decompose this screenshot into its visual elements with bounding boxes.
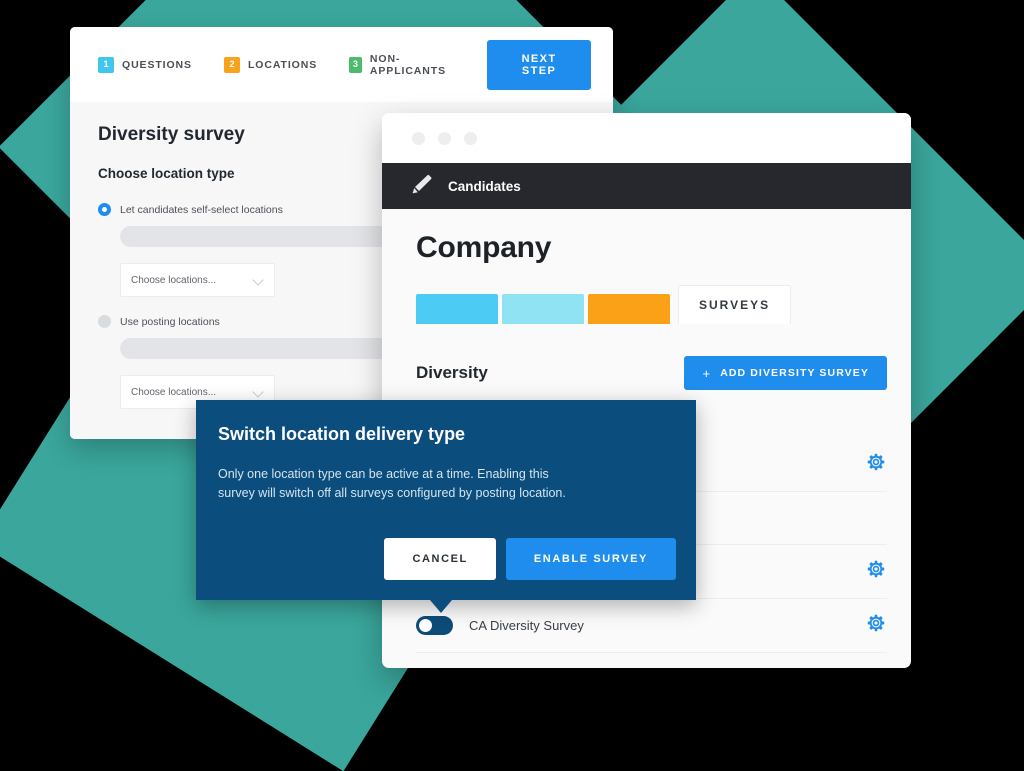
modal-actions: CANCEL ENABLE SURVEY [384,538,676,580]
company-title: Company [416,231,552,264]
chevron-down-icon [253,275,264,286]
locations-select-1[interactable]: Choose locations... [120,263,275,297]
cancel-button[interactable]: CANCEL [384,538,496,580]
step-label-non-applicants: NON-APPLICANTS [369,52,446,77]
window-dot-close-icon[interactable] [412,131,425,145]
radio-icon-unselected[interactable] [98,315,111,328]
step-badge-3: 3 [349,56,362,73]
step-label-locations: LOCATIONS [247,58,318,71]
tab-color-3[interactable] [588,294,670,324]
step-badge-2: 2 [223,56,240,73]
tab-color-1[interactable] [416,294,498,324]
step-navigation-bar: 1 QUESTIONS 2 LOCATIONS 3 NON-APPLICANTS… [70,27,613,102]
modal-pointer-arrow [430,600,452,613]
radio-label-posting-locations: Use posting locations [120,315,220,328]
add-diversity-survey-label: ADD DIVERSITY SURVEY [720,367,869,379]
radio-label-self-select: Let candidates self-select locations [120,203,283,216]
step-item-questions[interactable]: 1 QUESTIONS [98,56,192,73]
pencil-icon [408,171,434,202]
toggle-knob [419,619,432,632]
enable-survey-button[interactable]: ENABLE SURVEY [505,538,676,580]
add-diversity-survey-button[interactable]: + ADD DIVERSITY SURVEY [684,356,887,390]
plus-icon: + [702,365,712,381]
switch-location-modal: Switch location delivery type Only one l… [196,400,696,613]
next-step-button[interactable]: NEXT STEP [487,39,591,90]
locations-select-1-value: Choose locations... [131,274,217,286]
step-item-non-applicants[interactable]: 3 NON-APPLICANTS [349,53,455,77]
app-header-label: Candidates [448,178,521,194]
gear-icon[interactable] [865,612,887,639]
modal-body-text: Only one location type can be active at … [218,467,566,501]
step-label-questions: QUESTIONS [122,58,192,71]
tab-bar: SURVEYS [416,285,911,324]
tab-surveys-label: SURVEYS [699,298,771,312]
survey-name-label: CA Diversity Survey [469,618,584,633]
app-header-bar: Candidates [382,163,911,209]
locations-select-2-value: Choose locations... [131,386,217,398]
gear-icon[interactable] [865,451,887,478]
table-row[interactable]: CA Diversity Survey [416,599,887,653]
modal-title: Switch location delivery type [218,424,466,444]
window-dot-minimize-icon[interactable] [438,131,451,145]
diversity-section-header: Diversity + ADD DIVERSITY SURVEY [416,356,887,390]
step-item-locations[interactable]: 2 LOCATIONS [223,56,318,73]
radio-icon-selected[interactable] [98,203,111,216]
gear-icon[interactable] [865,558,887,585]
chevron-down-icon [253,387,264,398]
screenshot-stage: 1 QUESTIONS 2 LOCATIONS 3 NON-APPLICANTS… [0,0,1024,771]
section-title: Diversity [416,363,488,382]
tab-surveys[interactable]: SURVEYS [678,285,792,324]
step-badge-1: 1 [98,56,114,73]
tab-color-2[interactable] [502,294,584,324]
survey-toggle[interactable] [416,616,453,635]
window-titlebar [382,113,911,163]
window-dot-maximize-icon[interactable] [464,131,477,145]
